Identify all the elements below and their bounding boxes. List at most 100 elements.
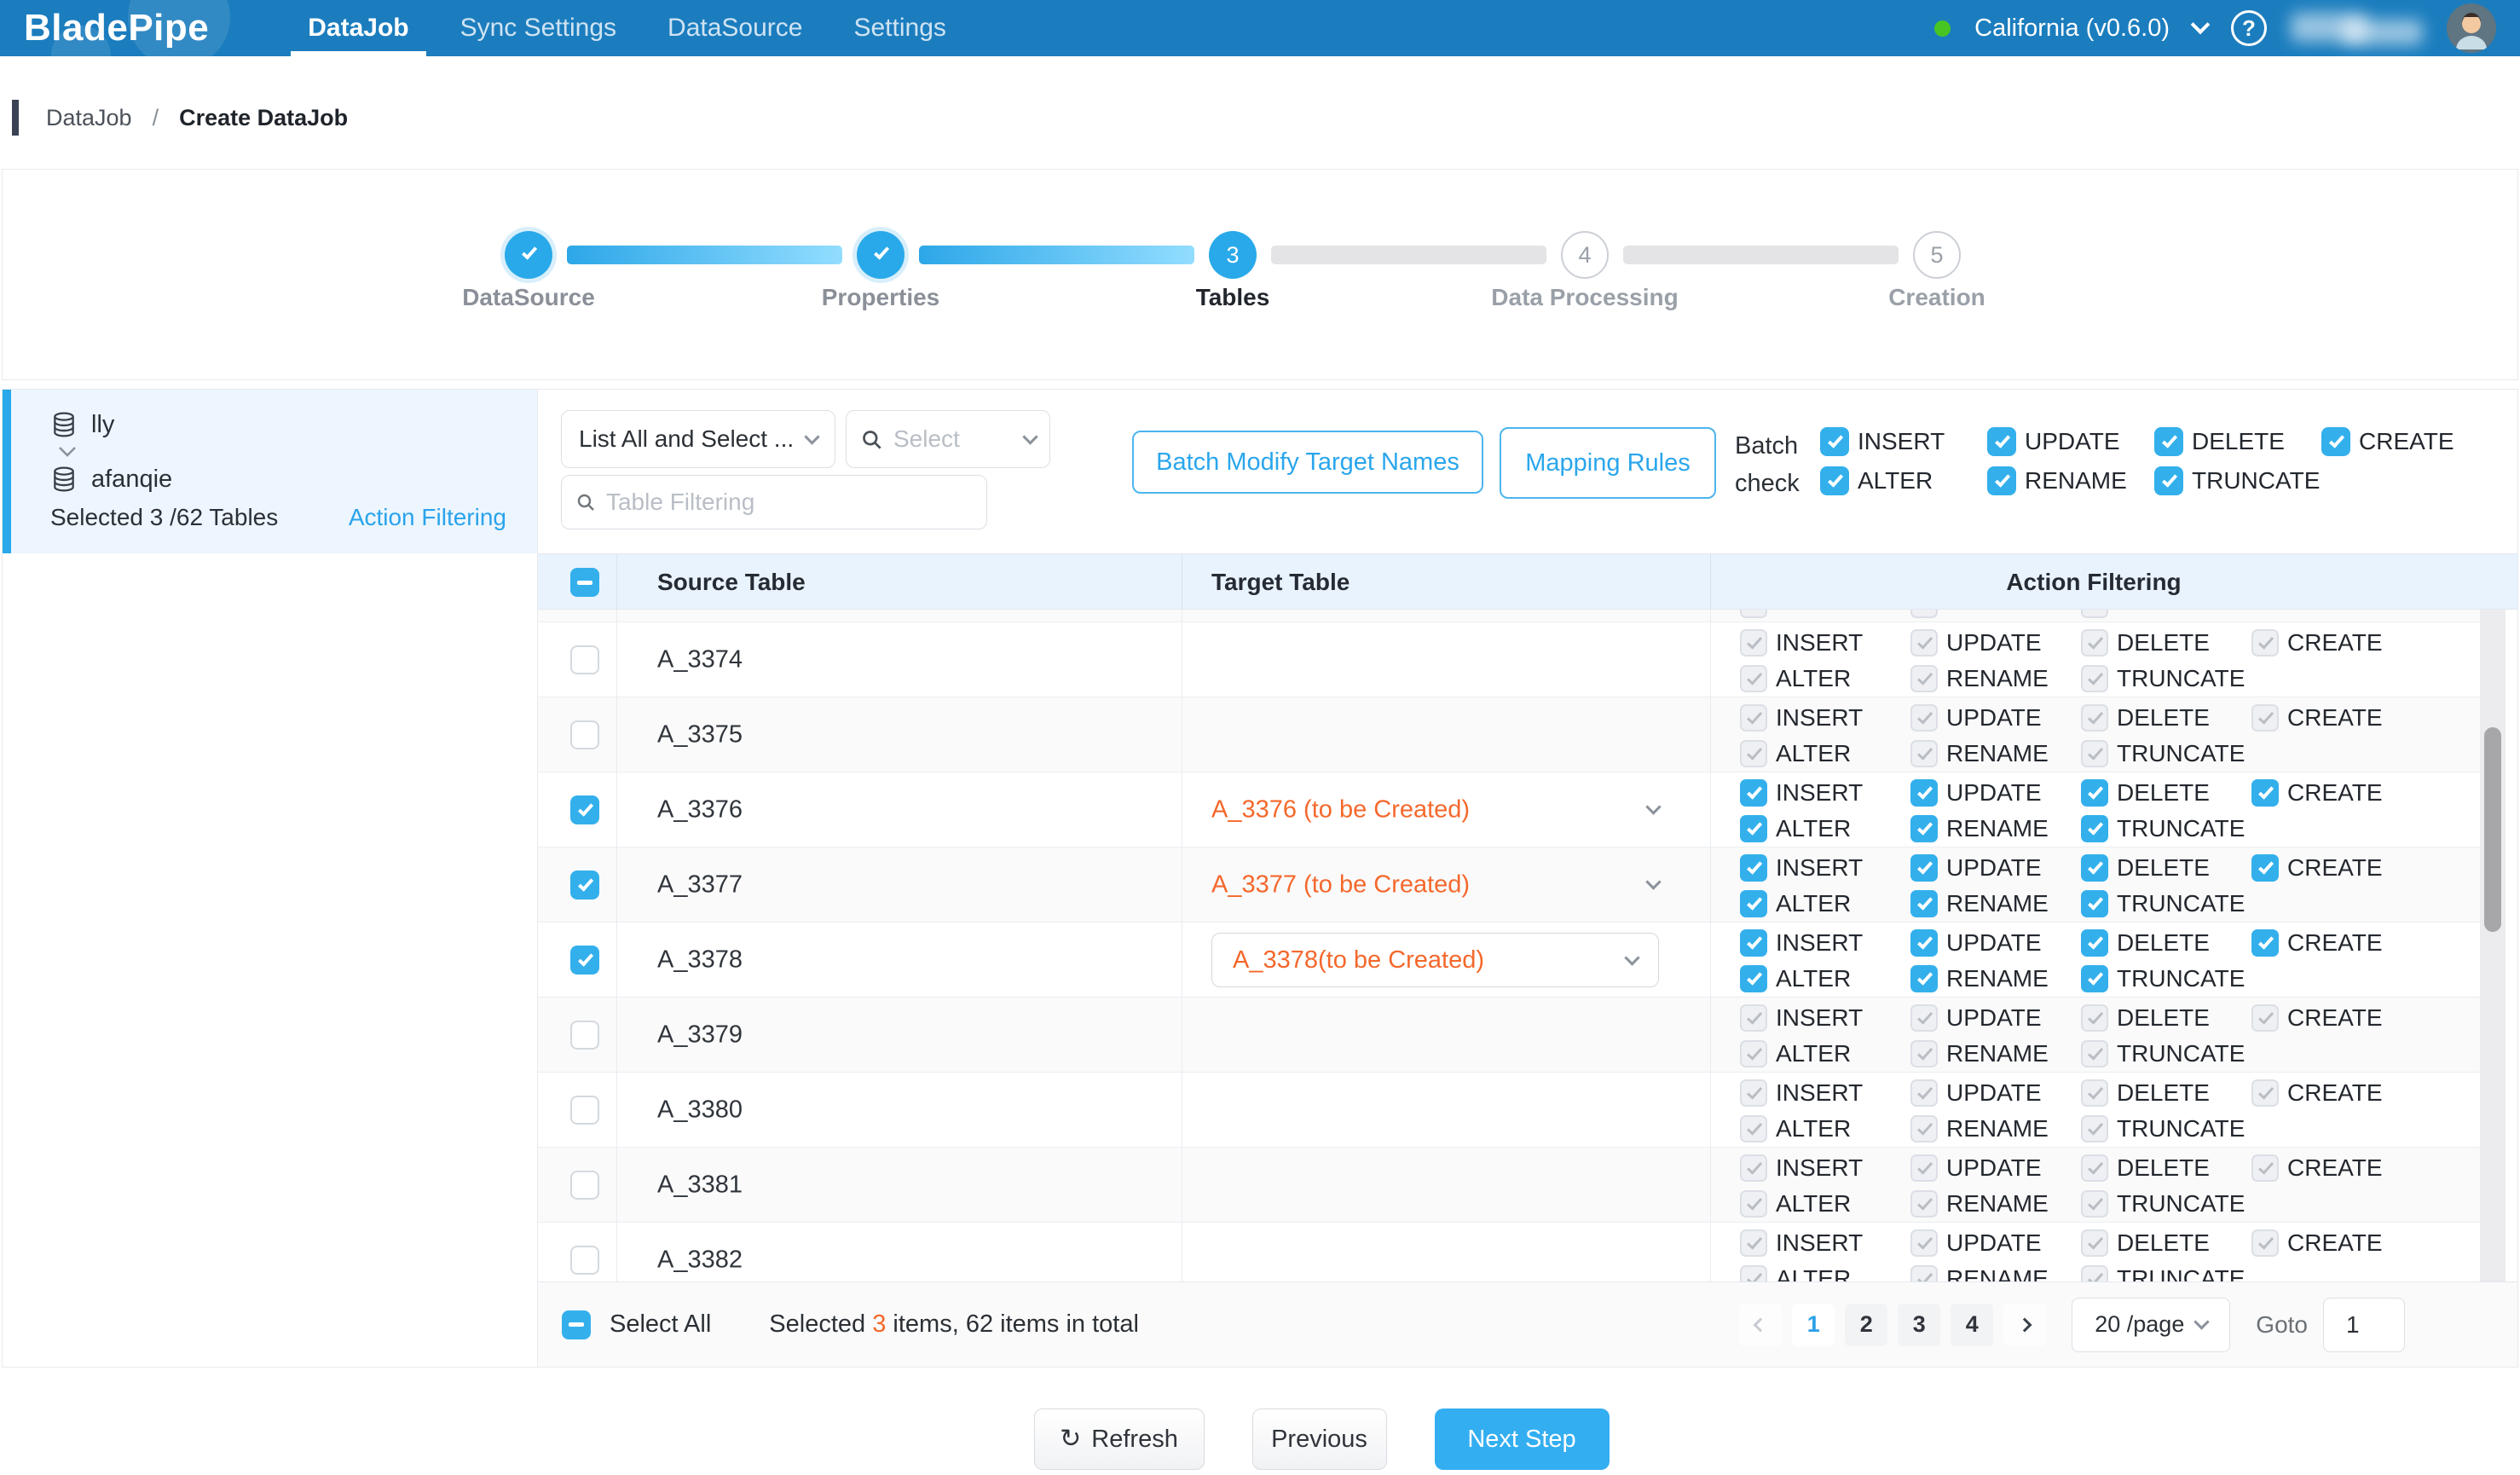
avatar[interactable] — [2447, 3, 2496, 53]
action-checkbox-create[interactable] — [2251, 779, 2279, 807]
action-checkbox-delete[interactable] — [2081, 1079, 2108, 1107]
batch-action-checkbox-rename[interactable] — [1987, 466, 2016, 495]
action-checkbox-insert[interactable] — [1740, 1079, 1767, 1107]
batch-action-checkbox-insert[interactable] — [1820, 427, 1849, 456]
action-checkbox-update[interactable] — [1910, 1229, 1938, 1257]
row-checkbox[interactable] — [570, 1171, 599, 1200]
action-filtering-link[interactable]: Action Filtering — [349, 504, 506, 531]
action-checkbox-delete[interactable] — [2081, 1004, 2108, 1032]
action-checkbox-insert[interactable] — [1740, 929, 1767, 957]
action-checkbox-create[interactable] — [2251, 704, 2279, 732]
batch-action-checkbox-update[interactable] — [1987, 427, 2016, 456]
action-checkbox-insert[interactable] — [1740, 1229, 1767, 1257]
action-checkbox-delete[interactable] — [2081, 779, 2108, 807]
chevron-down-icon[interactable] — [1645, 874, 1661, 889]
action-checkbox-update[interactable] — [1910, 1004, 1938, 1032]
action-checkbox-update[interactable] — [1910, 779, 1938, 807]
chevron-down-icon[interactable] — [2191, 15, 2211, 35]
quick-select[interactable]: Select — [846, 410, 1050, 468]
row-checkbox[interactable] — [570, 795, 599, 824]
table-filter-input[interactable] — [606, 489, 973, 516]
target-table-select[interactable]: A_3378(to be Created) — [1211, 933, 1659, 987]
row-checkbox[interactable] — [570, 645, 599, 674]
action-checkbox-rename[interactable] — [1910, 815, 1938, 842]
row-checkbox[interactable] — [570, 720, 599, 749]
action-checkbox-alter[interactable] — [1740, 740, 1767, 767]
action-checkbox-update[interactable] — [1910, 629, 1938, 657]
select-all-checkbox[interactable] — [562, 1310, 591, 1339]
batch-action-checkbox-truncate[interactable] — [2154, 466, 2183, 495]
action-checkbox-alter[interactable] — [1740, 1115, 1767, 1142]
nav-item-settings[interactable]: Settings — [828, 0, 971, 56]
action-checkbox-create[interactable] — [2251, 1079, 2279, 1107]
action-checkbox-truncate[interactable] — [2081, 1115, 2108, 1142]
vertical-scrollbar-track[interactable] — [2480, 610, 2506, 1281]
action-checkbox-create[interactable] — [2251, 1229, 2279, 1257]
batch-action-checkbox-delete[interactable] — [2154, 427, 2183, 456]
action-checkbox-alter[interactable] — [1740, 1190, 1767, 1218]
previous-button[interactable]: Previous — [1252, 1408, 1387, 1470]
select-all-header-checkbox[interactable] — [570, 568, 599, 597]
target-table-value[interactable]: A_3376 (to be Created) — [1211, 795, 1470, 824]
action-checkbox-insert[interactable] — [1740, 1154, 1767, 1182]
action-checkbox-insert[interactable] — [1740, 1004, 1767, 1032]
batch-action-checkbox-alter[interactable] — [1820, 466, 1849, 495]
brand-logo[interactable]: BladePipe — [24, 0, 209, 56]
row-checkbox[interactable] — [570, 871, 599, 899]
page-button-4[interactable]: 4 — [1951, 1304, 1993, 1346]
action-checkbox-delete[interactable] — [2081, 1154, 2108, 1182]
vertical-scrollbar-thumb[interactable] — [2484, 727, 2501, 932]
action-checkbox-alter[interactable] — [1740, 1040, 1767, 1067]
action-checkbox-insert[interactable] — [1740, 854, 1767, 882]
action-checkbox-create[interactable] — [2251, 854, 2279, 882]
action-checkbox-rename[interactable] — [1910, 1190, 1938, 1218]
action-checkbox-alter[interactable] — [1740, 965, 1767, 992]
action-checkbox-delete[interactable] — [2081, 629, 2108, 657]
action-checkbox-update[interactable] — [1910, 704, 1938, 732]
action-checkbox-update[interactable] — [1910, 1154, 1938, 1182]
mapping-rules-button[interactable]: Mapping Rules — [1500, 427, 1716, 499]
goto-page-input[interactable] — [2323, 1298, 2405, 1352]
action-checkbox-create[interactable] — [2251, 1154, 2279, 1182]
list-mode-select[interactable]: List All and Select ... — [561, 410, 835, 468]
action-checkbox-create[interactable] — [2251, 1004, 2279, 1032]
action-checkbox-insert[interactable] — [1740, 629, 1767, 657]
action-checkbox-update[interactable] — [1910, 854, 1938, 882]
action-checkbox-rename[interactable] — [1910, 1040, 1938, 1067]
breadcrumb-parent[interactable]: DataJob — [46, 105, 132, 131]
action-checkbox-update[interactable] — [1910, 1079, 1938, 1107]
action-checkbox-insert[interactable] — [1740, 704, 1767, 732]
environment-label[interactable]: California (v0.6.0) — [1974, 14, 2170, 43]
batch-modify-target-names-button[interactable]: Batch Modify Target Names — [1132, 431, 1483, 494]
action-checkbox-rename[interactable] — [1910, 740, 1938, 767]
page-button-2[interactable]: 2 — [1845, 1304, 1887, 1346]
action-checkbox-delete[interactable] — [2081, 704, 2108, 732]
next-page-button[interactable] — [2003, 1304, 2046, 1346]
page-button-1[interactable]: 1 — [1792, 1304, 1835, 1346]
next-step-button[interactable]: Next Step — [1435, 1408, 1610, 1470]
row-checkbox[interactable] — [570, 1246, 599, 1275]
batch-action-checkbox-create[interactable] — [2321, 427, 2350, 456]
page-size-select[interactable]: 20 /page — [2072, 1298, 2230, 1352]
action-checkbox-truncate[interactable] — [2081, 815, 2108, 842]
action-checkbox-create[interactable] — [2251, 929, 2279, 957]
action-checkbox-alter[interactable] — [1740, 665, 1767, 692]
action-checkbox-delete[interactable] — [2081, 854, 2108, 882]
previous-page-button[interactable] — [1739, 1304, 1782, 1346]
nav-item-sync-settings[interactable]: Sync Settings — [435, 0, 642, 56]
chevron-down-icon[interactable] — [1645, 799, 1661, 814]
help-icon[interactable]: ? — [2231, 10, 2267, 46]
action-checkbox-rename[interactable] — [1910, 1115, 1938, 1142]
action-checkbox-truncate[interactable] — [2081, 740, 2108, 767]
action-checkbox-delete[interactable] — [2081, 1229, 2108, 1257]
action-checkbox-truncate[interactable] — [2081, 665, 2108, 692]
action-checkbox-insert[interactable] — [1740, 779, 1767, 807]
target-table-value[interactable]: A_3377 (to be Created) — [1211, 871, 1470, 899]
row-checkbox[interactable] — [570, 1096, 599, 1125]
refresh-button[interactable]: ↻ Refresh — [1034, 1408, 1205, 1470]
action-checkbox-create[interactable] — [2251, 629, 2279, 657]
page-button-3[interactable]: 3 — [1898, 1304, 1940, 1346]
action-checkbox-delete[interactable] — [2081, 929, 2108, 957]
action-checkbox-truncate[interactable] — [2081, 1190, 2108, 1218]
action-checkbox-alter[interactable] — [1740, 815, 1767, 842]
